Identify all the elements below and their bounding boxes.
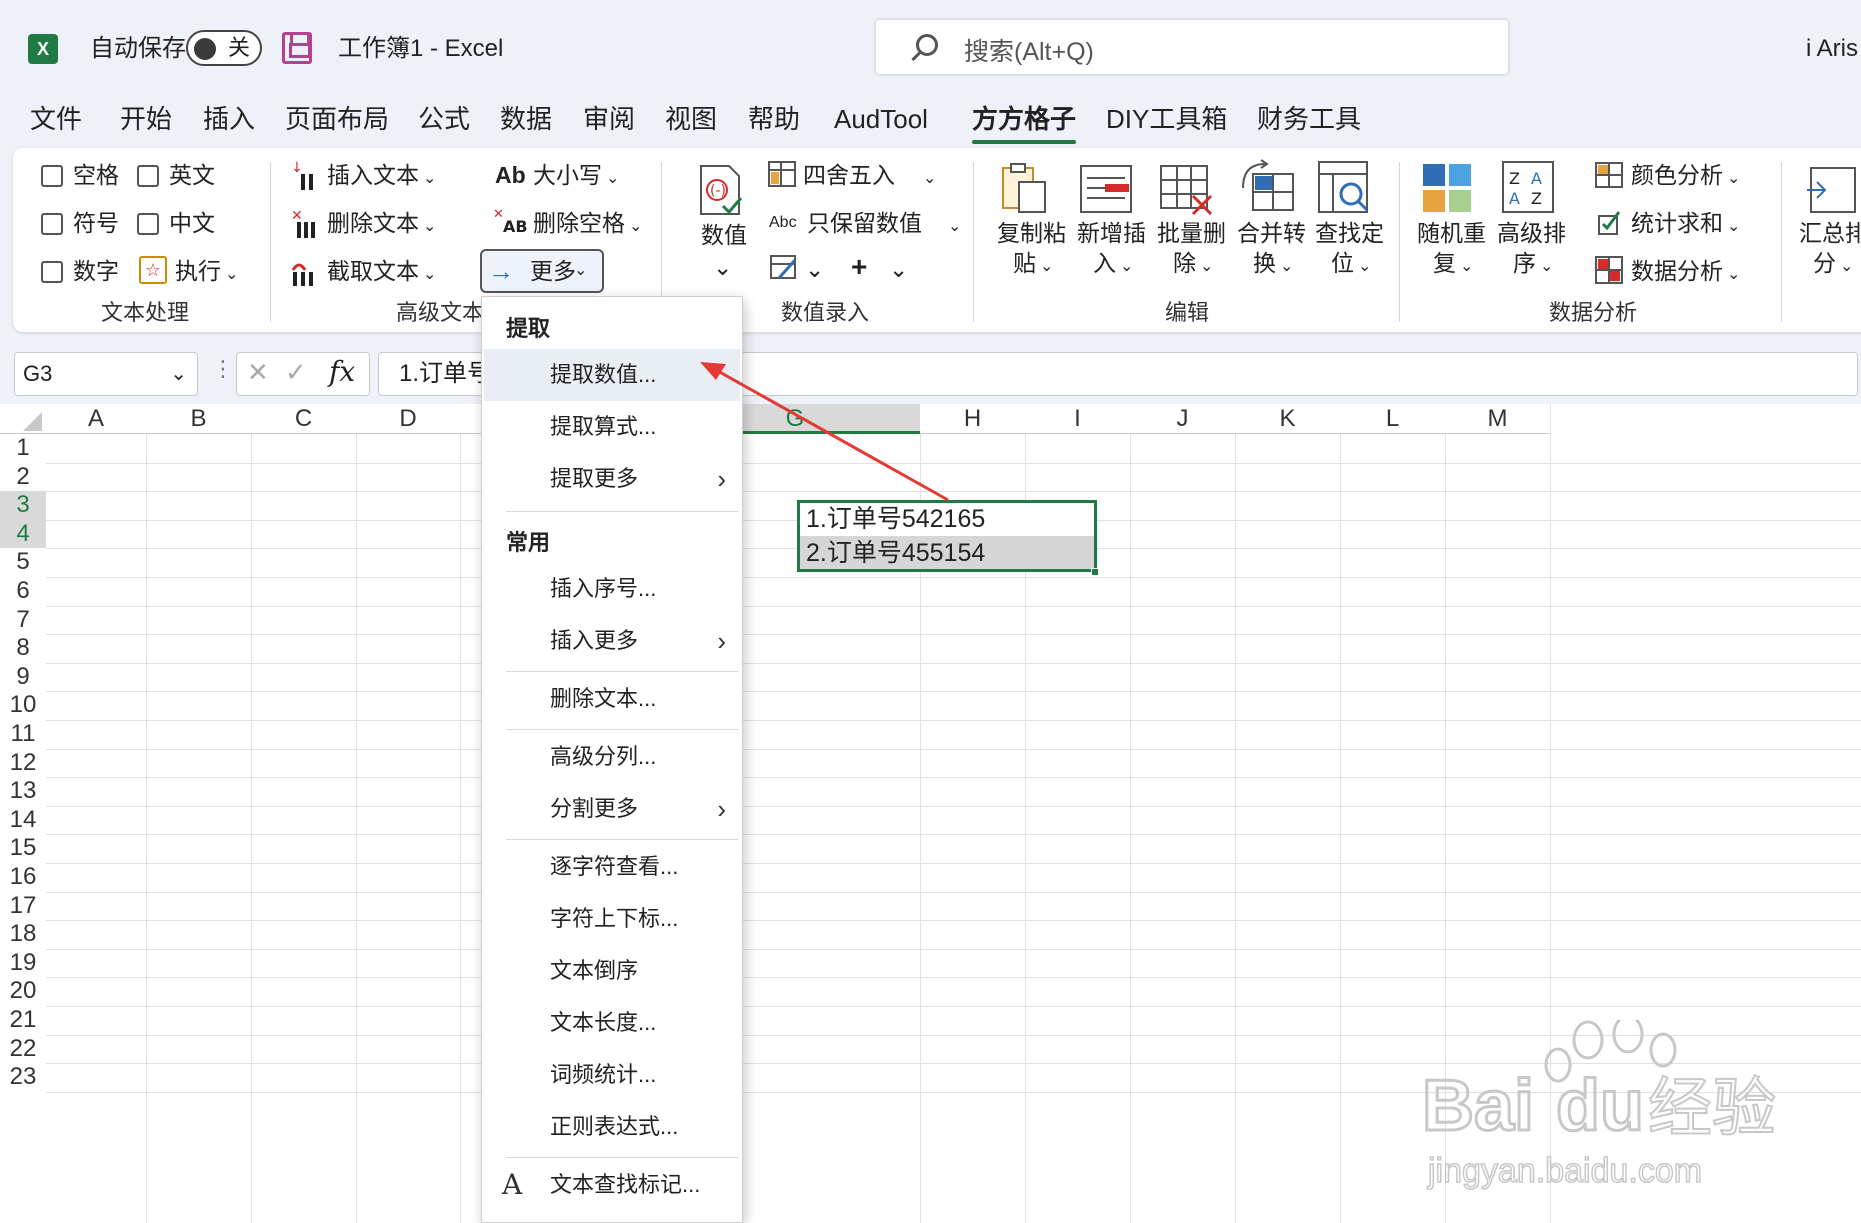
annotation-arrow <box>700 362 949 502</box>
